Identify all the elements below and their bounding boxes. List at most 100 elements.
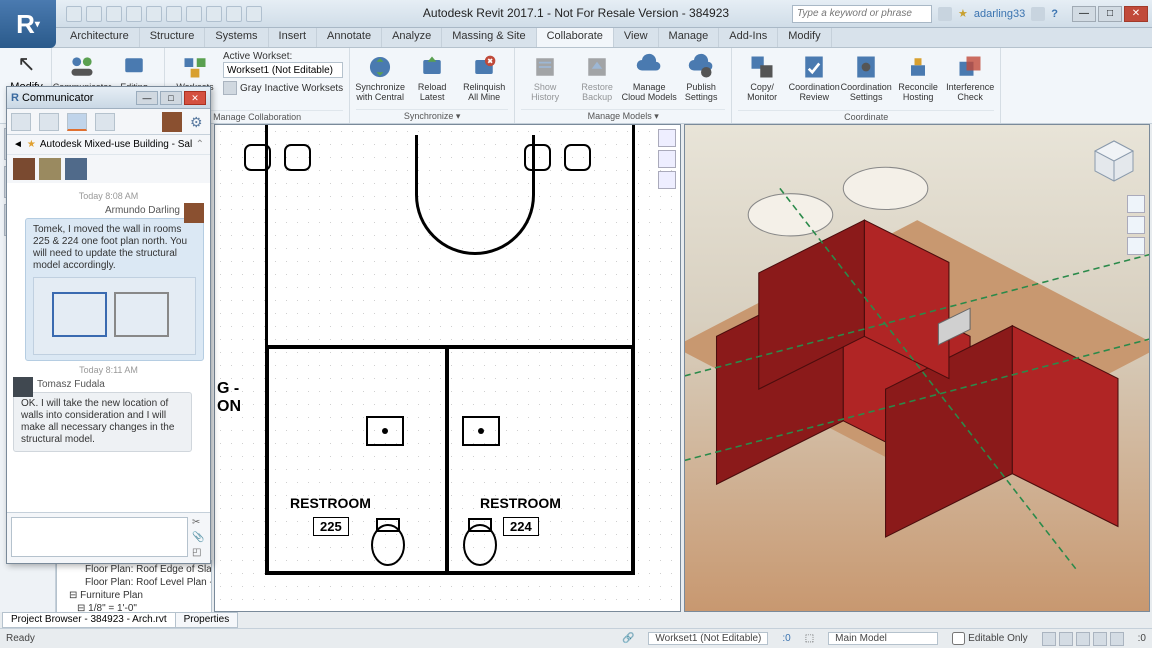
nav-wheel-icon[interactable]: [658, 129, 676, 147]
relinquish-button[interactable]: Relinquish All Mine: [460, 51, 508, 104]
tab-manage[interactable]: Manage: [659, 28, 720, 47]
tab-annotate[interactable]: Annotate: [317, 28, 382, 47]
publish-settings-button[interactable]: Publish Settings: [677, 51, 725, 104]
tab-addins[interactable]: Add-Ins: [719, 28, 778, 47]
exchange-icon[interactable]: [1031, 7, 1045, 21]
synchronize-label[interactable]: Synchronize ▾: [356, 109, 508, 122]
viewcube[interactable]: [1089, 135, 1139, 185]
participant-avatar[interactable]: [39, 158, 61, 180]
qat-redo-icon[interactable]: [146, 6, 162, 22]
qat-open-icon[interactable]: [66, 6, 82, 22]
pb-tab-browser[interactable]: Project Browser - 384923 - Arch.rvt: [2, 612, 176, 628]
comm-tab-user-icon[interactable]: [39, 113, 59, 131]
pb-item[interactable]: Floor Plan: Roof Edge of Slab - 1/8": [61, 563, 207, 576]
qat-objects-icon[interactable]: [206, 6, 222, 22]
room-label-225: RESTROOM: [290, 495, 371, 511]
star-icon[interactable]: ★: [27, 139, 36, 150]
capture-icon[interactable]: ◰: [192, 547, 206, 559]
comm-max-icon[interactable]: □: [160, 91, 182, 105]
floor-plan-view[interactable]: Floor Plan: Second Floor Plan - 1/8" - 3…: [214, 124, 681, 612]
coordinate-label: Coordinate: [738, 110, 994, 122]
expand-icon[interactable]: ⌃: [196, 139, 204, 150]
tab-analyze[interactable]: Analyze: [382, 28, 442, 47]
comm-min-icon[interactable]: —: [136, 91, 158, 105]
participant-avatar[interactable]: [13, 158, 35, 180]
editing-requests-count[interactable]: :0: [782, 633, 790, 644]
gray-inactive-icon[interactable]: [223, 81, 237, 95]
3d-view[interactable]: 3D View: 2nd Floor - 384923 - Arch.rvt —…: [684, 124, 1151, 612]
comm-tab-list-icon[interactable]: [95, 113, 115, 131]
nav-wheel-icon[interactable]: [1127, 195, 1145, 213]
manage-cloud-button[interactable]: Manage Cloud Models: [625, 51, 673, 104]
comm-avatar[interactable]: [162, 112, 182, 132]
status-ready: Ready: [6, 633, 35, 644]
manage-models-label[interactable]: Manage Models ▾: [521, 109, 725, 122]
tab-view[interactable]: View: [614, 28, 659, 47]
sel-filter-icon[interactable]: [1059, 632, 1073, 646]
modify-cursor-icon[interactable]: ↖: [17, 51, 35, 77]
msg-attachment-plan[interactable]: [33, 277, 196, 355]
interference-button[interactable]: Interference Check: [946, 51, 994, 104]
participant-avatar[interactable]: [65, 158, 87, 180]
attach-icon[interactable]: 📎: [192, 532, 206, 544]
tab-massing-site[interactable]: Massing & Site: [442, 28, 536, 47]
tab-architecture[interactable]: Architecture: [60, 28, 140, 47]
active-workset-label: Active Workset:: [223, 51, 343, 62]
qat-more-icon[interactable]: [246, 6, 262, 22]
comm-close-icon[interactable]: ✕: [184, 91, 206, 105]
help-search-input[interactable]: [792, 5, 932, 23]
qat-sync-icon[interactable]: [106, 6, 122, 22]
qat-print-icon[interactable]: [166, 6, 182, 22]
show-history-button[interactable]: Show History: [521, 51, 569, 104]
sel-filter-icon[interactable]: [1110, 632, 1124, 646]
nav-pan-icon[interactable]: [658, 150, 676, 168]
message-input[interactable]: [11, 517, 188, 557]
status-main-model[interactable]: Main Model: [828, 632, 938, 645]
section-label: G - ON: [217, 380, 241, 416]
nav-pan-icon[interactable]: [1127, 216, 1145, 234]
qat-aux-icon[interactable]: [226, 6, 242, 22]
room-label-224: RESTROOM: [480, 495, 561, 511]
project-browser[interactable]: Floor Plan: Roof Edge of Slab - 1/8" Flo…: [56, 560, 212, 616]
qat-undo-icon[interactable]: [126, 6, 142, 22]
reload-latest-button[interactable]: Reload Latest: [408, 51, 456, 104]
tab-modify[interactable]: Modify: [778, 28, 831, 47]
minimize-button[interactable]: —: [1072, 6, 1096, 22]
pb-tab-properties[interactable]: Properties: [175, 612, 239, 628]
cut-icon[interactable]: ✂: [192, 517, 206, 529]
close-button[interactable]: ✕: [1124, 6, 1148, 22]
qat-measure-icon[interactable]: [186, 6, 202, 22]
restore-backup-button[interactable]: Restore Backup: [573, 51, 621, 104]
title-bar: Autodesk Revit 2017.1 - Not For Resale V…: [0, 0, 1152, 28]
tab-insert[interactable]: Insert: [269, 28, 318, 47]
comm-settings-icon[interactable]: ⚙: [190, 114, 206, 130]
reconcile-button[interactable]: Reconcile Hosting: [894, 51, 942, 104]
comm-tab-people-icon[interactable]: [11, 113, 31, 131]
qat-save-icon[interactable]: [86, 6, 102, 22]
maximize-button[interactable]: □: [1098, 6, 1122, 22]
tab-structure[interactable]: Structure: [140, 28, 206, 47]
active-workset-dropdown[interactable]: [223, 62, 343, 78]
editable-only-checkbox[interactable]: Editable Only: [952, 632, 1027, 645]
tab-collaborate[interactable]: Collaborate: [537, 28, 614, 47]
pb-item[interactable]: Floor Plan: Roof Level Plan - 1/8": [61, 576, 207, 589]
comm-tab-chat-icon[interactable]: [67, 113, 87, 131]
coord-settings-button[interactable]: Coordination Settings: [842, 51, 890, 104]
search-icon[interactable]: [938, 7, 952, 21]
sel-filter-icon[interactable]: [1093, 632, 1107, 646]
sel-filter-icon[interactable]: [1042, 632, 1056, 646]
sel-filter-icon[interactable]: [1076, 632, 1090, 646]
sync-central-button[interactable]: Synchronize with Central: [356, 51, 404, 104]
signed-in-user[interactable]: adarling33: [974, 8, 1025, 20]
nav-zoom-icon[interactable]: [658, 171, 676, 189]
room-number-224: 224: [503, 517, 539, 536]
coord-review-button[interactable]: Coordination Review: [790, 51, 838, 104]
copy-monitor-button[interactable]: Copy/ Monitor: [738, 51, 786, 104]
room-number-225: 225: [313, 517, 349, 536]
status-workset[interactable]: Workset1 (Not Editable): [648, 632, 768, 645]
revit-logo[interactable]: R▾: [0, 0, 56, 48]
tab-systems[interactable]: Systems: [205, 28, 268, 47]
back-icon[interactable]: ◄: [13, 139, 23, 150]
nav-orbit-icon[interactable]: [1127, 237, 1145, 255]
communicator-panel[interactable]: R Communicator — □ ✕ ⚙ ◄ ★ Autodesk Mixe…: [6, 86, 211, 564]
